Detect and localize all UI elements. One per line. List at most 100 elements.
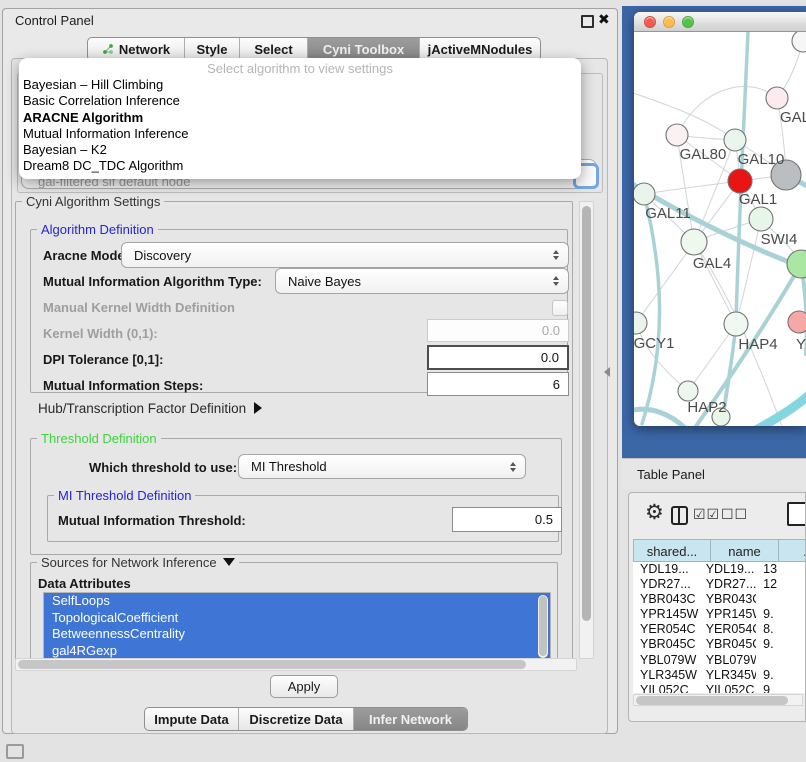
float-panel-icon[interactable] xyxy=(581,15,594,28)
table-horizontal-scrollbar[interactable] xyxy=(633,694,803,706)
table-cell: 8. xyxy=(756,622,806,637)
columns-icon[interactable] xyxy=(671,506,688,525)
scrollbar-thumb[interactable] xyxy=(18,660,526,669)
list-vertical-scrollbar[interactable] xyxy=(538,595,548,658)
panel-divider-handle[interactable] xyxy=(604,367,610,377)
scrollbar-thumb[interactable] xyxy=(636,696,788,705)
attribute-item-betweennesscentrality[interactable]: BetweennessCentrality xyxy=(44,626,550,643)
table-cell: YIL052C xyxy=(633,683,699,693)
table-cell: YLR345W xyxy=(633,668,699,683)
network-node-y[interactable] xyxy=(788,311,806,333)
algorithm-option-aracne-algorithm[interactable]: ARACNE Algorithm xyxy=(19,110,581,126)
tab-select[interactable]: Select xyxy=(240,38,308,60)
stepper-icon xyxy=(553,276,559,286)
table-row[interactable]: YBR045CYBR045C9. xyxy=(633,637,806,652)
tab-jactivemnodules[interactable]: jActiveMNodules xyxy=(420,38,540,60)
network-canvas[interactable]: GALGAL80GAL10GAL1GAL11SWI4GAL4GCY1HAP4YH… xyxy=(634,32,806,426)
minimize-window-icon[interactable] xyxy=(663,16,675,28)
tab-infer-network[interactable]: Infer Network xyxy=(354,708,467,730)
which-threshold-combo[interactable]: MI Threshold xyxy=(238,454,526,479)
network-node-hap2[interactable] xyxy=(678,381,698,401)
tab-label: Discretize Data xyxy=(249,712,342,727)
algorithm-option-mutual-information-inference[interactable]: Mutual Information Inference xyxy=(19,126,581,142)
cyni-settings-legend: Cyni Algorithm Settings xyxy=(22,194,164,209)
tab-label: Style xyxy=(196,42,227,57)
stepper-icon xyxy=(510,462,516,472)
settings-horizontal-scrollbar[interactable] xyxy=(15,658,577,671)
data-attributes-label: Data Attributes xyxy=(38,576,131,591)
manual-kernel-width-checkbox[interactable] xyxy=(552,300,568,316)
table-row[interactable]: YBL079WYBL079W xyxy=(633,653,806,668)
threshold-definition-group: Threshold Definition Which threshold to … xyxy=(30,438,562,555)
close-window-icon[interactable] xyxy=(644,16,656,28)
table-cell: YDL19... xyxy=(699,562,756,577)
tab-cyni-toolbox[interactable]: Cyni Toolbox xyxy=(308,38,420,60)
network-node-swi4[interactable] xyxy=(749,207,773,231)
table-panel-titlebar: Table Panel xyxy=(622,458,806,489)
network-node-gal11[interactable] xyxy=(634,183,655,205)
table-cell: YDL19... xyxy=(633,562,699,577)
algorithm-option-dream8-dc-tdc-algorithm[interactable]: Dream8 DC_TDC Algorithm xyxy=(19,158,581,174)
table-cell: YPR145W xyxy=(699,607,756,622)
network-window-titlebar[interactable] xyxy=(634,12,806,32)
settings-vertical-scrollbar[interactable] xyxy=(579,201,594,659)
hub-factor-section-toggle[interactable]: Hub/Transcription Factor Definition xyxy=(38,401,262,416)
network-node-gal80[interactable] xyxy=(666,124,688,146)
algorithm-dropdown-popup: Select algorithm to view settings Bayesi… xyxy=(19,58,581,179)
algorithm-option-bayesian-hill-climbing[interactable]: Bayesian – Hill Climbing xyxy=(19,77,581,93)
tab-network[interactable]: Network xyxy=(88,38,185,60)
kernel-width-field[interactable]: 0.0 xyxy=(427,319,569,342)
table-cell: 9. xyxy=(756,637,806,652)
close-icon[interactable]: ✖ xyxy=(598,11,610,28)
attribute-item-topologicalcoefficient[interactable]: TopologicalCoefficient xyxy=(44,610,550,627)
attribute-item-gal4rgexp[interactable]: gal4RGexp xyxy=(44,643,550,660)
algorithm-option-basic-correlation-inference[interactable]: Basic Correlation Inference xyxy=(19,93,581,109)
algorithm-option-bayesian-k2[interactable]: Bayesian – K2 xyxy=(19,142,581,158)
column-header-shared[interactable]: shared... xyxy=(633,539,711,562)
which-threshold-label: Which threshold to use: xyxy=(89,460,237,475)
deselect-all-checkboxes-icon[interactable]: ☐☐ xyxy=(721,506,748,523)
mi-algorithm-type-combo[interactable]: Naive Bayes xyxy=(275,268,569,294)
node-label: HAP2 xyxy=(687,399,726,416)
zoom-window-icon[interactable] xyxy=(682,16,694,28)
network-node-gcy1[interactable] xyxy=(634,312,647,334)
table-row[interactable]: YIL052CYIL052C9 xyxy=(633,683,806,693)
tab-style[interactable]: Style xyxy=(185,38,240,60)
network-node-gal10[interactable] xyxy=(724,129,746,151)
mi-threshold-field[interactable]: 0.5 xyxy=(452,507,562,532)
column-header-name[interactable]: name xyxy=(711,539,779,562)
table-row[interactable]: YBR043CYBR043C xyxy=(633,592,806,607)
network-node[interactable] xyxy=(787,250,806,278)
table-row[interactable]: YPR145WYPR145W9. xyxy=(633,607,806,622)
tab-label: Select xyxy=(254,42,292,57)
attribute-item-selfloops[interactable]: SelfLoops xyxy=(44,593,550,610)
select-all-checkboxes-icon[interactable]: ☑☑ xyxy=(693,506,720,523)
table-cell xyxy=(756,653,806,668)
sources-legend[interactable]: Sources for Network Inference xyxy=(37,555,239,570)
scrollbar-thumb[interactable] xyxy=(539,596,547,656)
network-node-gal4[interactable] xyxy=(681,229,707,255)
algorithm-dropdown-list: Bayesian – Hill ClimbingBasic Correlatio… xyxy=(19,77,581,175)
table-row[interactable]: YER054CYER054C8. xyxy=(633,622,806,637)
table-row[interactable]: YDL19...YDL19...13 xyxy=(633,562,806,577)
table-cell: YIL052C xyxy=(699,683,756,693)
minimized-panel-icon[interactable] xyxy=(6,744,24,759)
scrollbar-thumb[interactable] xyxy=(582,206,591,621)
mi-steps-field[interactable]: 6 xyxy=(427,372,569,396)
table-row[interactable]: YLR345WYLR345W9. xyxy=(633,668,806,683)
table-cell: YDR27... xyxy=(633,577,699,592)
apply-button[interactable]: Apply xyxy=(270,675,338,698)
node-label: SWI4 xyxy=(761,231,798,248)
table-row[interactable]: YDR27...YDR27...12 xyxy=(633,577,806,592)
network-node-gal[interactable] xyxy=(766,87,788,109)
document-icon[interactable] xyxy=(787,502,806,526)
network-node-gal1[interactable] xyxy=(728,169,752,193)
gear-icon[interactable]: ⚙ xyxy=(645,500,664,525)
dpi-tolerance-field[interactable]: 0.0 xyxy=(427,345,569,370)
tab-discretize-data[interactable]: Discretize Data xyxy=(239,708,354,730)
aracne-mode-combo[interactable]: Discovery xyxy=(121,242,569,268)
network-node[interactable] xyxy=(792,32,806,52)
column-header-a[interactable]: A xyxy=(779,539,806,562)
network-node-hap4[interactable] xyxy=(724,312,748,336)
tab-impute-data[interactable]: Impute Data xyxy=(145,708,239,730)
